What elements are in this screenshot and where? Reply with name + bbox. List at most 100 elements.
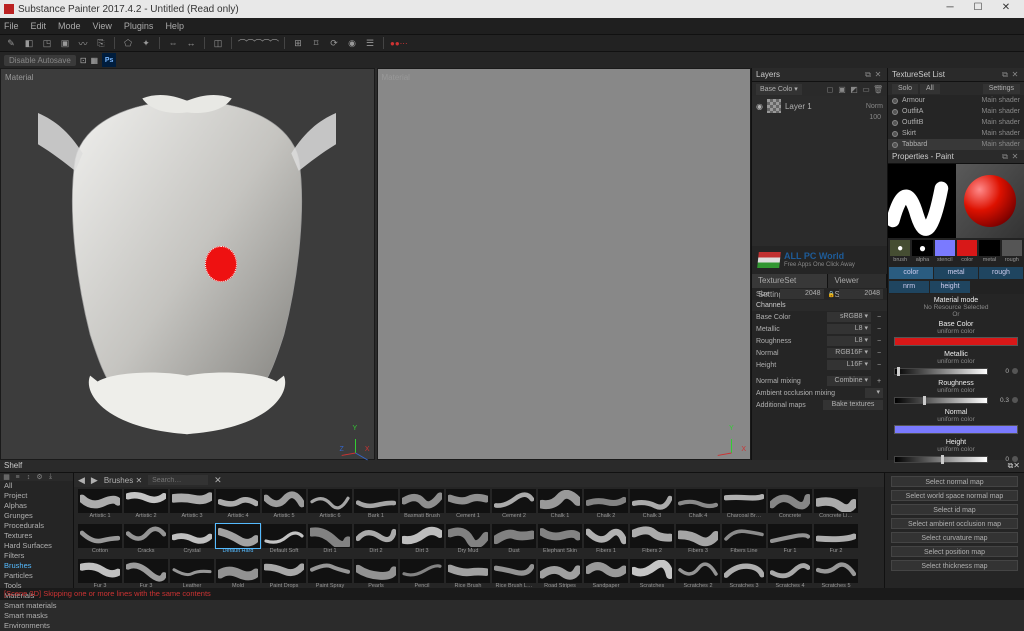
brush-preset[interactable]: Pearls bbox=[354, 559, 398, 588]
settings-button[interactable]: Settings bbox=[983, 84, 1020, 94]
brush-preset[interactable]: Concrete Li… bbox=[814, 489, 858, 522]
size-dropdown[interactable]: 2048 bbox=[780, 289, 824, 299]
reset-icon[interactable] bbox=[1012, 397, 1018, 403]
textureset-item[interactable]: ArmourMain shader bbox=[888, 95, 1024, 106]
fill-tool-icon[interactable]: ▣ bbox=[58, 36, 72, 50]
category-item[interactable]: Textures bbox=[0, 531, 73, 541]
menu-file[interactable]: File bbox=[4, 21, 19, 31]
brush-preset[interactable]: Fur 3 bbox=[124, 559, 168, 588]
menu-view[interactable]: View bbox=[93, 21, 112, 31]
alpha-slot[interactable]: ●alpha bbox=[912, 240, 932, 264]
stencil-slot[interactable]: stencil bbox=[935, 240, 955, 264]
layer-item[interactable]: ◉ Layer 1 Norm bbox=[752, 96, 887, 116]
category-item[interactable]: Hard Surfaces bbox=[0, 541, 73, 551]
brush-preset[interactable]: Artistic 3 bbox=[170, 489, 214, 522]
category-item[interactable]: Filters bbox=[0, 551, 73, 561]
brush-preset[interactable]: Artistic 5 bbox=[262, 489, 306, 522]
select-map-button[interactable]: Select curvature map bbox=[891, 532, 1018, 543]
brush-preset[interactable]: Paint Spray bbox=[308, 559, 352, 588]
remove-channel-icon[interactable]: − bbox=[875, 314, 883, 321]
rough-slot[interactable]: rough bbox=[1002, 240, 1022, 264]
view-list-icon[interactable]: ≡ bbox=[13, 474, 22, 481]
textureset-item[interactable]: OutfitAMain shader bbox=[888, 106, 1024, 117]
brush-preset[interactable]: Dry Mud bbox=[446, 524, 490, 557]
brush-preset[interactable]: Chalk 2 bbox=[584, 489, 628, 522]
channel-format-dropdown[interactable]: L8 ▾ bbox=[827, 336, 871, 346]
axis-gizmo[interactable]: Y X Z bbox=[342, 427, 368, 453]
view-grid-icon[interactable]: ▦ bbox=[2, 473, 11, 481]
brush-preset[interactable]: Fibers Line bbox=[722, 524, 766, 557]
delete-layer-icon[interactable]: 🗑 bbox=[873, 85, 883, 94]
brush-preset[interactable]: Fur 1 bbox=[768, 524, 812, 557]
close-panel-icon[interactable]: ✕ bbox=[1010, 152, 1020, 162]
height-tab[interactable]: height bbox=[930, 281, 970, 293]
close-button[interactable]: ✕ bbox=[992, 1, 1020, 17]
brush-preset[interactable]: Leather bbox=[170, 559, 214, 588]
category-item[interactable]: Alphas bbox=[0, 501, 73, 511]
category-item[interactable]: Procedurals bbox=[0, 521, 73, 531]
category-item[interactable]: All bbox=[0, 481, 73, 491]
brush-preset[interactable]: Rice Brush L… bbox=[492, 559, 536, 588]
menu-help[interactable]: Help bbox=[165, 21, 184, 31]
add-group-icon[interactable]: ▭ bbox=[861, 85, 871, 94]
textureset-item[interactable]: TabbardMain shader bbox=[888, 139, 1024, 150]
reset-icon[interactable] bbox=[1012, 368, 1018, 374]
brush-preset[interactable]: Scratches 4 bbox=[768, 559, 812, 588]
add-icon[interactable]: + bbox=[875, 378, 883, 385]
channel-format-dropdown[interactable]: RGB16F ▾ bbox=[827, 348, 871, 358]
color-slot[interactable]: color bbox=[957, 240, 977, 264]
select-map-button[interactable]: Select world space normal map bbox=[891, 490, 1018, 501]
import-icon[interactable]: ⤓ bbox=[46, 473, 55, 481]
ortho-icon[interactable]: ⌑ bbox=[309, 36, 323, 50]
brush-preset[interactable]: Scratches bbox=[630, 559, 674, 588]
alignment-icon[interactable]: ⇔ bbox=[166, 36, 180, 50]
undock-icon[interactable]: ⧉ bbox=[1000, 70, 1010, 80]
search-input[interactable] bbox=[148, 475, 208, 485]
brush-preset[interactable]: Cement 1 bbox=[446, 489, 490, 522]
select-map-button[interactable]: Select normal map bbox=[891, 476, 1018, 487]
brush-preset[interactable]: Artistic 4 bbox=[216, 489, 260, 522]
pressure-curve-icon[interactable]: ⌒⌒⌒⌒⌒ bbox=[238, 37, 278, 50]
autosave-toggle[interactable]: Disable Autosave bbox=[4, 55, 76, 66]
3d-viewport[interactable]: Material bbox=[0, 68, 375, 460]
channel-format-dropdown[interactable]: L8 ▾ bbox=[827, 324, 871, 334]
rotate-icon[interactable]: ⟳ bbox=[327, 36, 341, 50]
add-mask-icon[interactable]: ◩ bbox=[849, 85, 859, 94]
brush-preset[interactable]: Chalk 1 bbox=[538, 489, 582, 522]
brush-preset[interactable]: Fibers 1 bbox=[584, 524, 628, 557]
brush-preset[interactable]: Cracks bbox=[124, 524, 168, 557]
remove-channel-icon[interactable]: − bbox=[875, 338, 883, 345]
close-panel-icon[interactable]: ✕ bbox=[1010, 70, 1020, 80]
nav-back-icon[interactable]: ◀ bbox=[78, 475, 85, 486]
tab-viewer-settings[interactable]: Viewer Settings bbox=[828, 274, 887, 288]
symmetry-icon[interactable]: ◫ bbox=[211, 36, 225, 50]
select-map-button[interactable]: Select thickness map bbox=[891, 560, 1018, 571]
viewer-icon[interactable]: ☰ bbox=[363, 36, 377, 50]
brush-preset[interactable]: Fibers 2 bbox=[630, 524, 674, 557]
brush-preset[interactable]: Artistic 6 bbox=[308, 489, 352, 522]
brush-preset[interactable]: Dust bbox=[492, 524, 536, 557]
maximize-button[interactable]: ☐ bbox=[964, 1, 992, 17]
category-item[interactable]: Particles bbox=[0, 571, 73, 581]
close-panel-icon[interactable]: ✕ bbox=[1013, 460, 1020, 472]
brush-slot[interactable]: ●brush bbox=[890, 240, 910, 264]
brush-preset[interactable]: Fur 2 bbox=[814, 524, 858, 557]
bake-button[interactable]: Bake textures bbox=[823, 400, 883, 410]
category-item[interactable]: Smart materials bbox=[0, 601, 73, 611]
blendmode-dropdown[interactable]: Base Colo ▾ bbox=[756, 84, 802, 95]
remove-channel-icon[interactable]: − bbox=[875, 350, 883, 357]
brush-preset[interactable]: Default Hard bbox=[216, 524, 260, 557]
brush-preset[interactable]: Fibers 3 bbox=[676, 524, 720, 557]
all-button[interactable]: All bbox=[920, 84, 940, 94]
select-map-button[interactable]: Select position map bbox=[891, 546, 1018, 557]
brush-preset[interactable]: Chalk 4 bbox=[676, 489, 720, 522]
remove-channel-icon[interactable]: − bbox=[875, 362, 883, 369]
brush-preset[interactable]: Rice Brush bbox=[446, 559, 490, 588]
photoshop-export-icon[interactable]: Ps bbox=[102, 53, 116, 67]
brush-preset[interactable]: Fur 3 bbox=[78, 559, 122, 588]
remove-channel-icon[interactable]: − bbox=[875, 326, 883, 333]
add-fill-icon[interactable]: ▣ bbox=[837, 85, 847, 94]
projection-tool-icon[interactable]: ◳ bbox=[40, 36, 54, 50]
category-item[interactable]: Smart masks bbox=[0, 611, 73, 621]
brush-preset[interactable]: Cotton bbox=[78, 524, 122, 557]
